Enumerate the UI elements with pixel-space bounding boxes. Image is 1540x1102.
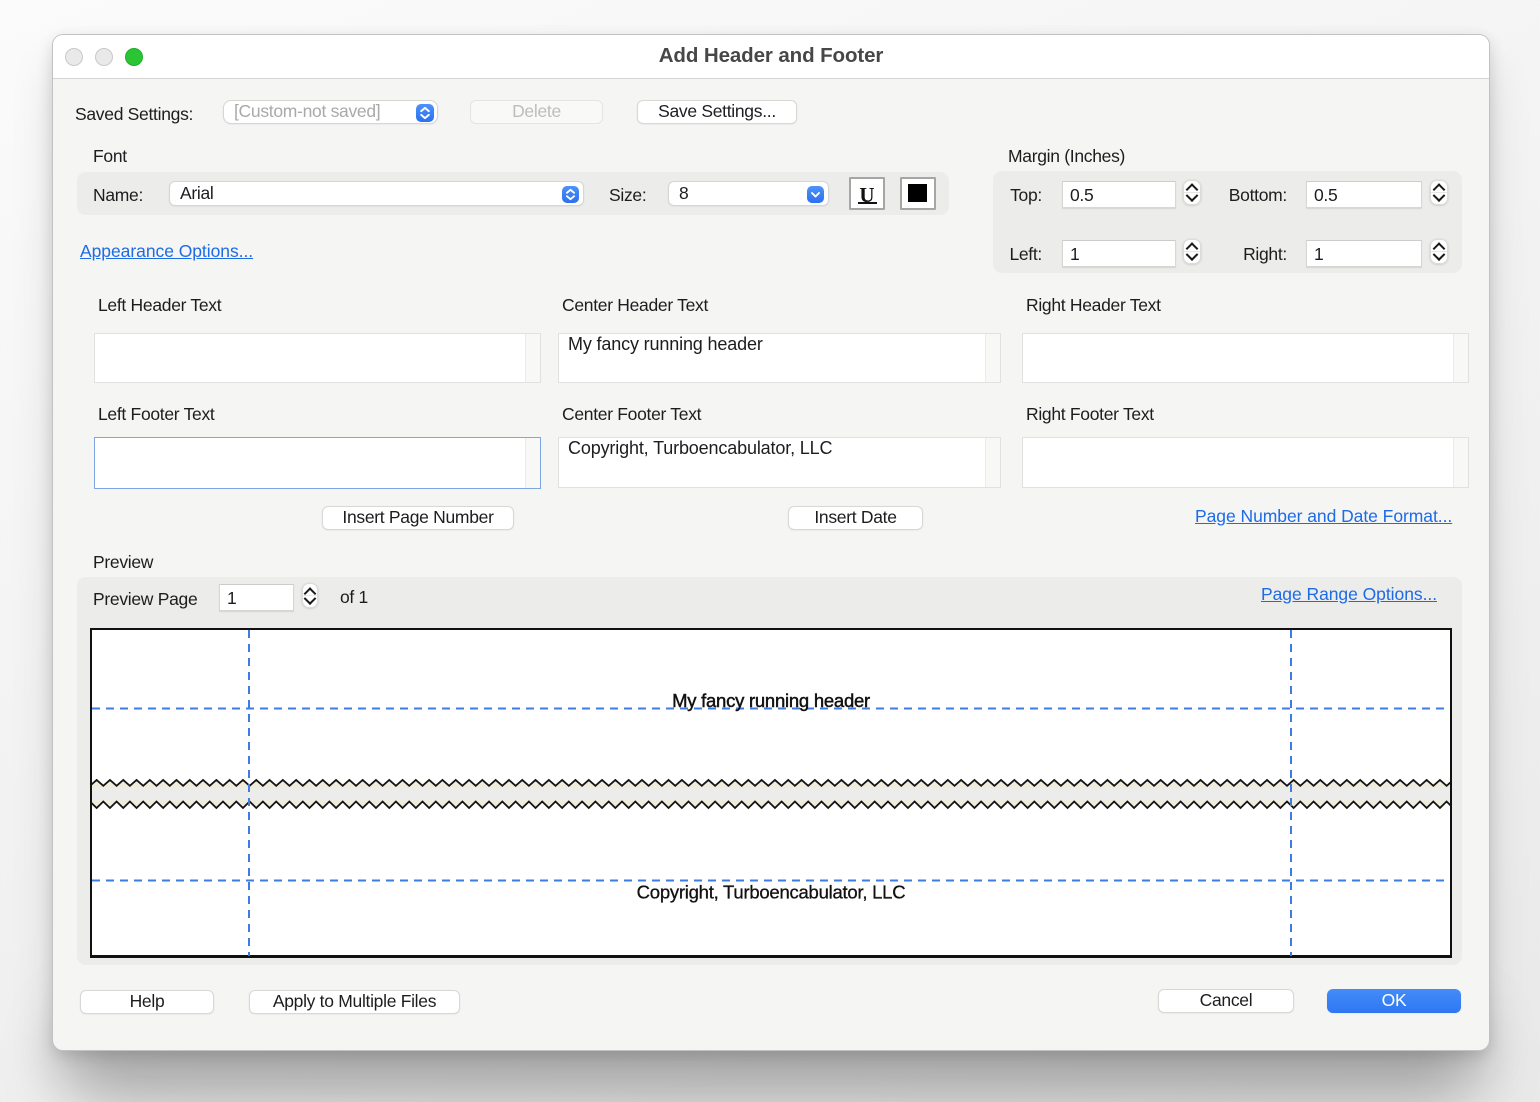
svg-text:My fancy running header: My fancy running header <box>672 690 870 711</box>
svg-text:Copyright, Turboencabulator, L: Copyright, Turboencabulator, LLC <box>637 882 906 903</box>
